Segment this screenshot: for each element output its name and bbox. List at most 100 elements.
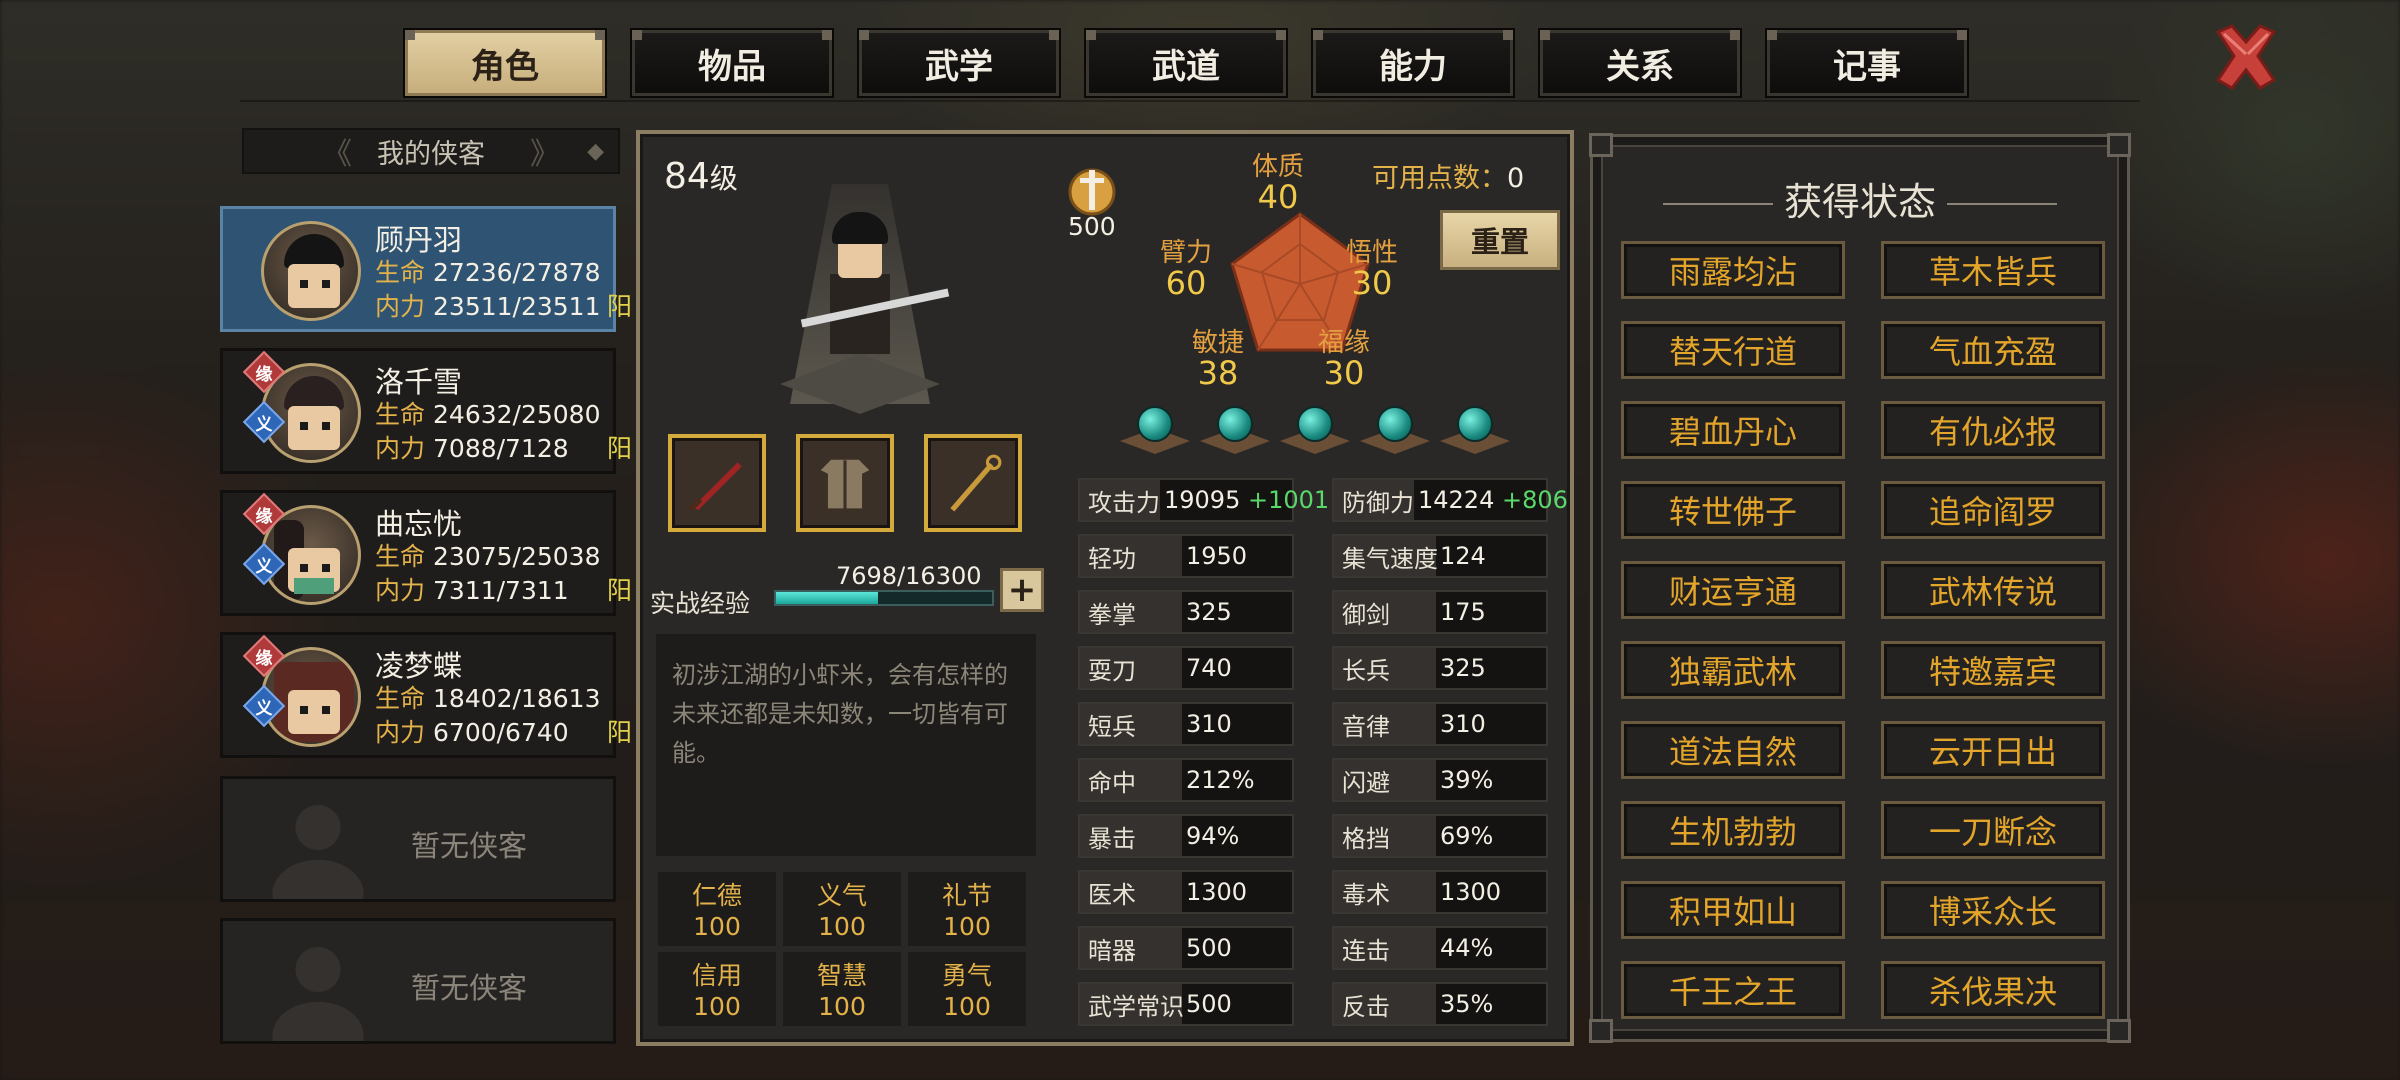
status-item[interactable]: 替天行道	[1621, 321, 1845, 379]
gem-socket-4[interactable]	[1360, 406, 1430, 456]
status-item[interactable]: 积甲如山	[1621, 881, 1845, 939]
my-heroes-header: 《 我的侠客 》 ◆	[242, 128, 620, 174]
stat-dodge: 闪避 39%	[1332, 758, 1548, 802]
status-item[interactable]: 云开日出	[1881, 721, 2105, 779]
hero-mp: 内力 6700/6740 阳	[375, 713, 632, 749]
martial-token-value: 500	[1068, 212, 1116, 241]
status-item[interactable]: 特邀嘉宾	[1881, 641, 2105, 699]
tab-character[interactable]: 角色	[403, 28, 607, 98]
status-item[interactable]: 追命阎罗	[1881, 481, 2105, 539]
stat-block: 格挡 69%	[1332, 814, 1548, 858]
close-icon[interactable]	[2208, 18, 2284, 94]
tab-martial-arts[interactable]: 武学	[857, 28, 1061, 98]
yang-badge: 阳	[607, 718, 633, 747]
stat-music: 音律 310	[1332, 702, 1548, 746]
stat-martial-knowledge: 武学常识 500	[1078, 982, 1294, 1026]
attr-constitution: 体质 40	[1252, 152, 1305, 216]
status-item[interactable]: 转世佛子	[1621, 481, 1845, 539]
attr-fortune: 福缘 30	[1318, 328, 1371, 392]
stat-hidden-weapon: 暗器 500	[1078, 926, 1294, 970]
chevron-right-icon[interactable]: 》	[530, 129, 560, 173]
status-item[interactable]: 独霸武林	[1621, 641, 1845, 699]
weapon-slot[interactable]	[668, 434, 766, 532]
virtue-courage: 勇气 100	[908, 952, 1026, 1026]
attr-comprehension: 悟性 30	[1346, 238, 1399, 302]
status-item[interactable]: 生机勃勃	[1621, 801, 1845, 859]
yang-badge: 阳	[607, 434, 633, 463]
stat-long-weapon: 长兵 325	[1332, 646, 1548, 690]
stat-poison: 毒术 1300	[1332, 870, 1548, 914]
stat-defense: 防御力 14224 +806	[1332, 478, 1568, 522]
tab-journal[interactable]: 记事	[1765, 28, 1969, 98]
virtue-loyalty: 义气 100	[783, 872, 901, 946]
empty-hero-slot-2[interactable]: 暂无侠客	[220, 918, 616, 1044]
available-points: 可用点数：0	[1372, 163, 1525, 194]
list-header-label: 我的侠客	[377, 138, 485, 170]
status-item[interactable]: 财运亨通	[1621, 561, 1845, 619]
stat-qinggong: 轻功 1950	[1078, 534, 1294, 578]
tab-abilities[interactable]: 能力	[1311, 28, 1515, 98]
stat-counter: 反击 35%	[1332, 982, 1548, 1026]
empty-slot-label: 暂无侠客	[411, 971, 528, 1005]
hero-mp: 内力 7311/7311 阳	[375, 571, 632, 607]
status-item[interactable]: 博采众长	[1881, 881, 2105, 939]
silhouette-icon	[263, 931, 373, 1041]
virtue-trust: 信用 100	[658, 952, 776, 1026]
stat-crit: 暴击 94%	[1078, 814, 1294, 858]
status-item[interactable]: 武林传说	[1881, 561, 2105, 619]
martial-token-icon	[1068, 168, 1116, 216]
status-item[interactable]: 道法自然	[1621, 721, 1845, 779]
stat-medicine: 医术 1300	[1078, 870, 1294, 914]
gem-socket-5[interactable]	[1440, 406, 1510, 456]
armor-icon	[815, 456, 875, 512]
staff-icon	[950, 454, 1002, 512]
status-item[interactable]: 杀伐果决	[1881, 961, 2105, 1019]
stat-blade: 耍刀 740	[1078, 646, 1294, 690]
hero-mp: 内力 7088/7128 阳	[375, 429, 632, 465]
hero-hp: 生命 24632/25080	[375, 400, 601, 429]
status-item[interactable]: 有仇必报	[1881, 401, 2105, 459]
hero-card-4[interactable]: 缘 义 凌梦蝶 生命 18402/18613 内力 6700/6740 阳	[220, 632, 632, 758]
status-item[interactable]: 草木皆兵	[1881, 241, 2105, 299]
exp-bar	[774, 590, 994, 606]
status-item[interactable]: 气血充盈	[1881, 321, 2105, 379]
stat-fist: 拳掌 325	[1078, 590, 1294, 634]
chevron-left-icon[interactable]: 《	[322, 129, 352, 173]
hero-card-3[interactable]: 缘 义 曲忘忧 生命 23075/25038 内力 7311/7311 阳	[220, 490, 632, 616]
gem-socket-2[interactable]	[1200, 406, 1270, 456]
attr-strength: 臂力 60	[1160, 238, 1213, 302]
accessory-slot[interactable]	[924, 434, 1022, 532]
status-item[interactable]: 雨露均沾	[1621, 241, 1845, 299]
status-item[interactable]: 碧血丹心	[1621, 401, 1845, 459]
virtue-courtesy: 礼节 100	[908, 872, 1026, 946]
status-item[interactable]: 千王之王	[1621, 961, 1845, 1019]
tab-martial-way[interactable]: 武道	[1084, 28, 1288, 98]
gem-socket-3[interactable]	[1280, 406, 1350, 456]
silhouette-icon	[263, 789, 373, 899]
add-exp-button[interactable]: +	[1000, 568, 1044, 612]
reset-button[interactable]: 重置	[1440, 210, 1560, 270]
virtue-wisdom: 智慧 100	[783, 952, 901, 1026]
character-detail-panel: 84级 7698/16300 实战经验 + 初涉江湖的小虾米，会有怎样的未来还都…	[636, 130, 1574, 1046]
virtue-kindness: 仁德 100	[658, 872, 776, 946]
diamond-icon: ◆	[587, 138, 604, 164]
status-item[interactable]: 一刀断念	[1881, 801, 2105, 859]
hero-description: 初涉江湖的小虾米，会有怎样的未来还都是未知数，一切皆有可能。	[656, 634, 1036, 856]
hero-card-2[interactable]: 缘 义 洛千雪 生命 24632/25080 内力 7088/7128 阳	[220, 348, 632, 474]
tab-items[interactable]: 物品	[630, 28, 834, 98]
empty-hero-slot-1[interactable]: 暂无侠客	[220, 776, 616, 902]
hero-level: 84级	[664, 156, 738, 197]
stat-combo: 连击 44%	[1332, 926, 1548, 970]
stat-charge-speed: 集气速度 124	[1332, 534, 1548, 578]
stat-hit: 命中 212%	[1078, 758, 1294, 802]
armor-slot[interactable]	[796, 434, 894, 532]
empty-slot-label: 暂无侠客	[411, 829, 528, 863]
hero-hp: 生命 23075/25038	[375, 542, 601, 571]
avatar	[261, 221, 361, 321]
gem-socket-1[interactable]	[1120, 406, 1190, 456]
status-panel-title: 获得状态	[1783, 180, 1936, 224]
hero-card-1[interactable]: 顾丹羽 生命 27236/27878 内力 23511/23511 阳	[220, 206, 632, 332]
status-panel: 获得状态 雨露均沾 草木皆兵 替天行道 气血充盈 碧血丹心 有仇必报 转世佛子 追命阎罗 财运亨…	[1589, 133, 2131, 1043]
tab-relations[interactable]: 关系	[1538, 28, 1742, 98]
hero-hp: 生命 27236/27878	[375, 258, 601, 287]
